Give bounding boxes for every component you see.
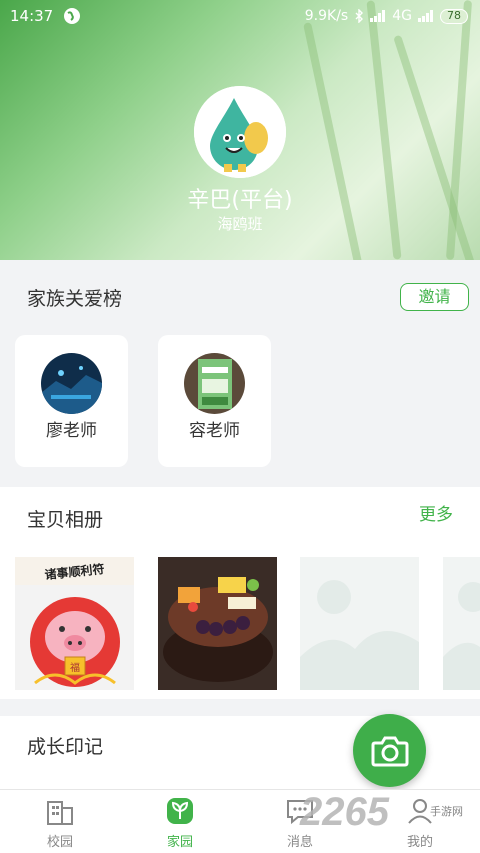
- album-photo-placeholder[interactable]: [443, 557, 480, 690]
- photo-badge: 福: [70, 663, 80, 674]
- site-watermark-sub: 手游网: [430, 805, 463, 818]
- invite-button[interactable]: 邀请: [400, 283, 469, 311]
- bottom-tab-bar: 校园 家园 消息 我的: [0, 789, 480, 853]
- building-icon: [47, 801, 73, 825]
- fruit-cake-image: [158, 557, 277, 690]
- globe-icon: [64, 8, 81, 24]
- site-watermark: 2265: [300, 790, 389, 834]
- growth-section-title: 成长印记: [27, 736, 104, 758]
- profile-header: 辛巴(平台) 海鸥班: [0, 0, 480, 260]
- album-photo[interactable]: 诸事顺利符 福: [15, 557, 134, 690]
- network-type: 4G: [392, 8, 412, 24]
- user-avatar[interactable]: [194, 86, 286, 178]
- battery-indicator: 78: [440, 8, 468, 24]
- signal-icon: [418, 10, 433, 22]
- camera-icon: [371, 736, 408, 766]
- family-member-card[interactable]: 容老师: [158, 335, 271, 467]
- network-speed: 9.9K/s: [304, 8, 349, 24]
- family-section-title: 家族关爱榜: [27, 288, 123, 310]
- water-drop-mascot-icon: [194, 86, 286, 178]
- tab-label: 校园: [46, 835, 73, 850]
- album-section-title: 宝贝相册: [27, 509, 104, 531]
- bluetooth-icon: [355, 9, 364, 23]
- member-avatar: [41, 353, 102, 414]
- camera-button[interactable]: [353, 714, 426, 787]
- tab-home[interactable]: 家园: [120, 790, 240, 853]
- member-name: 廖老师: [46, 421, 97, 441]
- more-link[interactable]: 更多: [419, 500, 453, 525]
- status-time: 14:37: [10, 7, 54, 25]
- user-name: 辛巴(平台): [187, 188, 293, 213]
- tab-label: 家园: [166, 835, 193, 850]
- signal-icon: [370, 10, 386, 22]
- tab-campus[interactable]: 校园: [0, 790, 120, 853]
- member-avatar: [184, 353, 245, 414]
- user-class: 海鸥班: [217, 215, 263, 233]
- album-photo-placeholder[interactable]: [300, 557, 419, 690]
- image-placeholder-icon: [443, 557, 480, 690]
- sprout-icon: [167, 798, 193, 824]
- member-name: 容老师: [189, 421, 240, 441]
- album-photo[interactable]: [158, 557, 277, 690]
- family-member-card[interactable]: 廖老师: [15, 335, 128, 467]
- image-placeholder-icon: [300, 557, 419, 690]
- status-bar: 14:37 9.9K/s 4G 78: [0, 0, 480, 32]
